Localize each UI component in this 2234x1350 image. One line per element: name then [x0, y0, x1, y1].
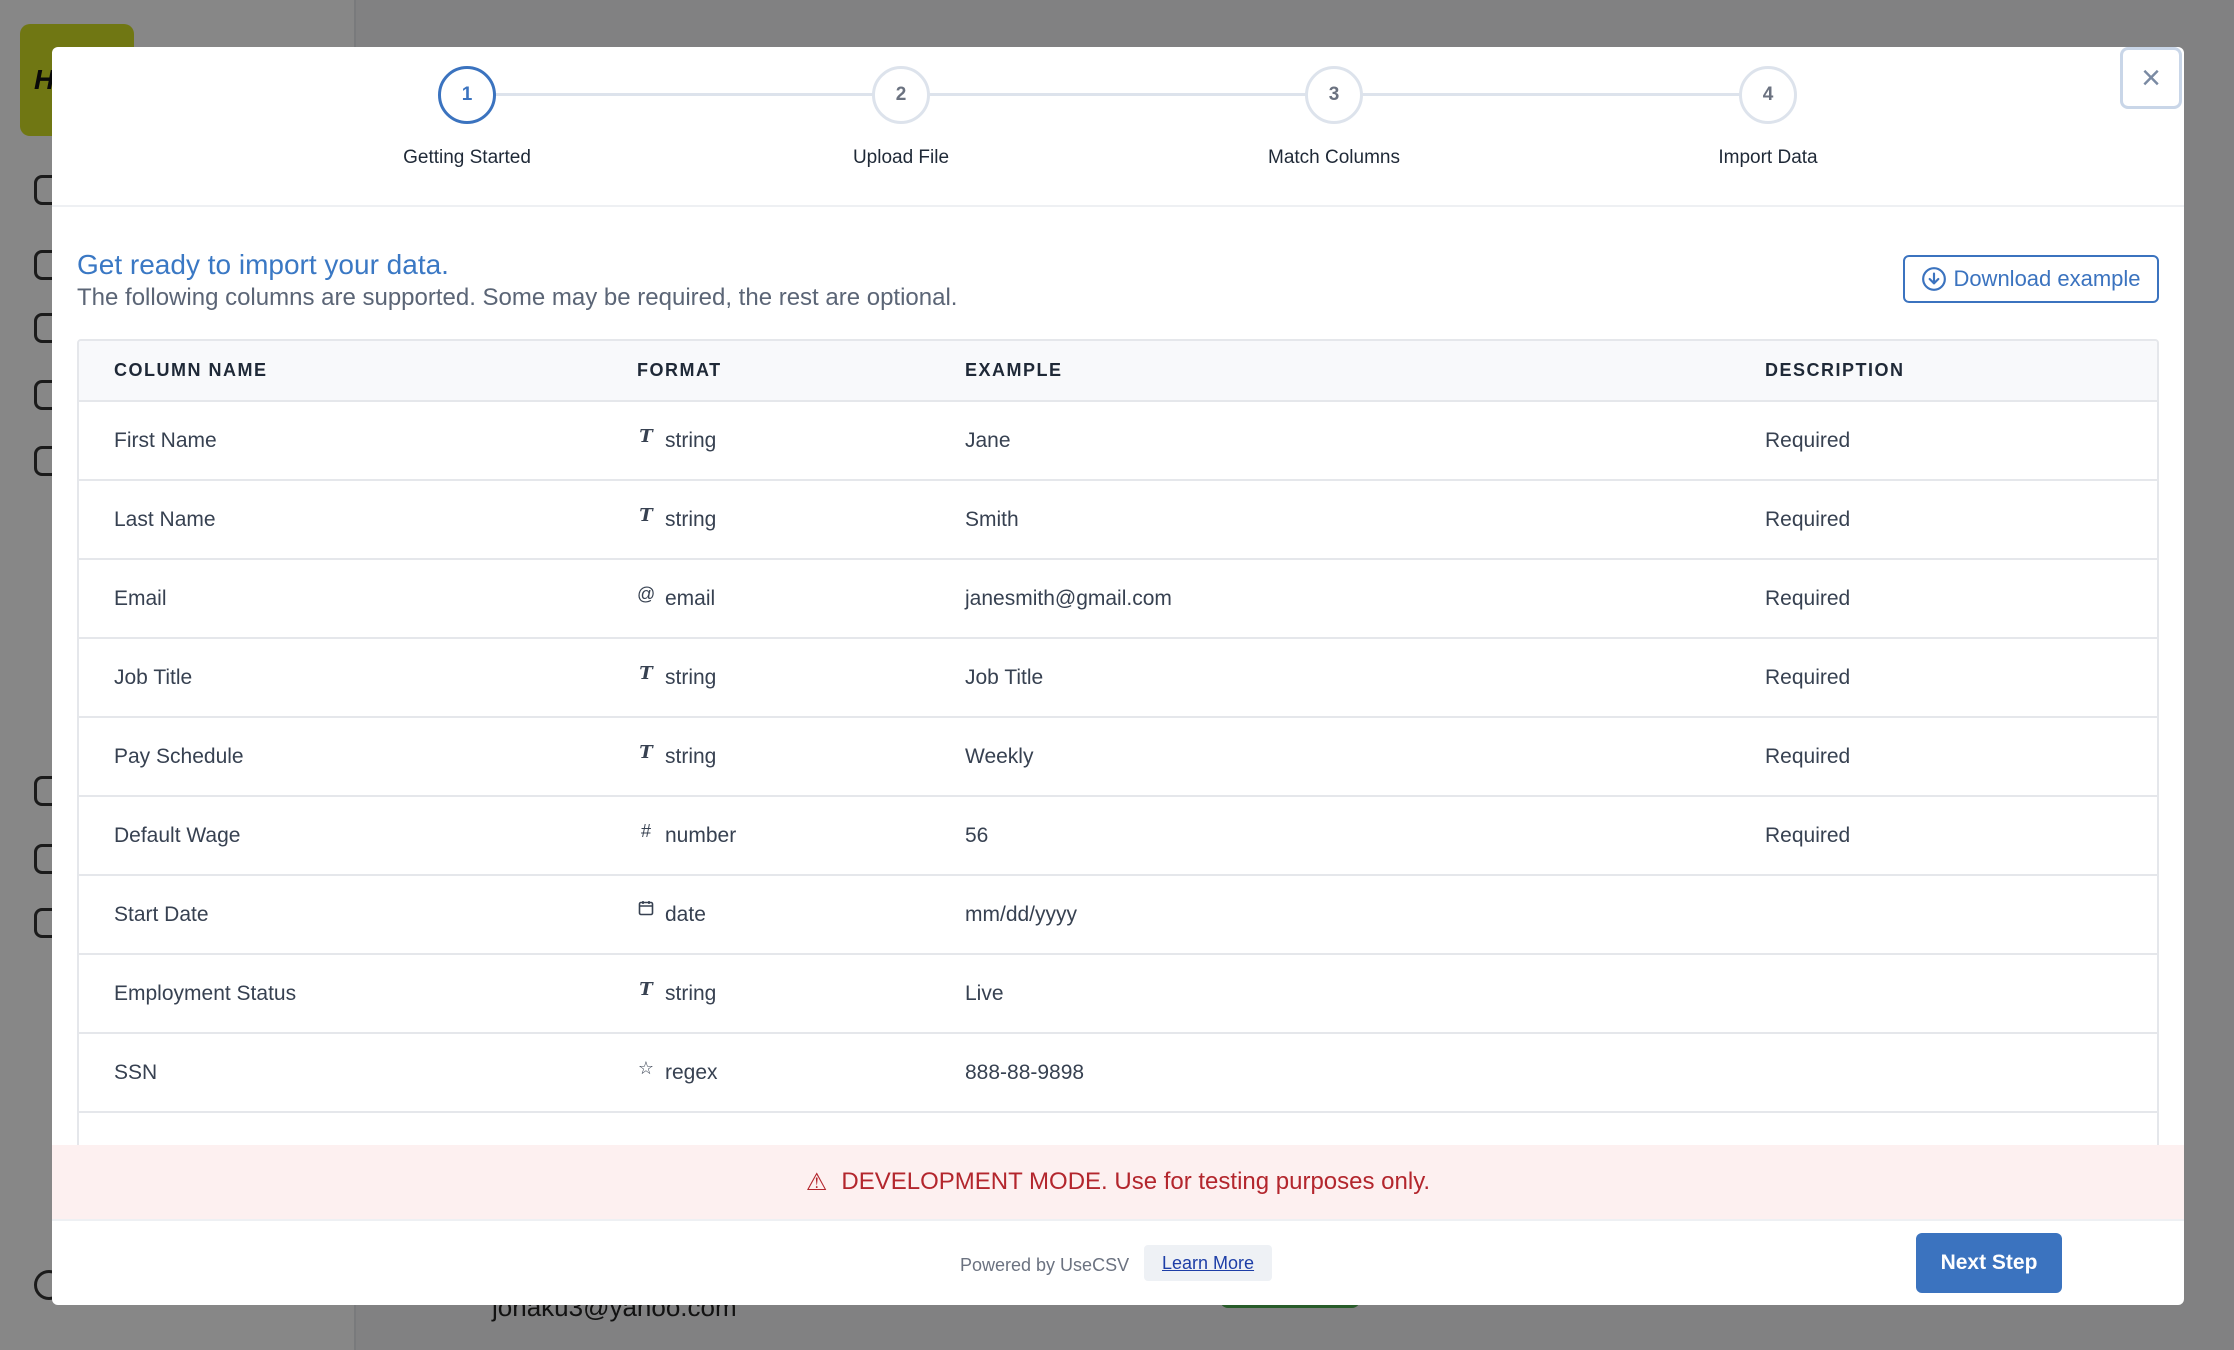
- cell-example: Smith: [965, 480, 1765, 560]
- at-sign-icon: @: [637, 584, 656, 605]
- cell-description: [1765, 1033, 2157, 1113]
- cell-column-name: Job Title: [79, 638, 637, 718]
- cell-format: string: [665, 981, 717, 1005]
- step-label: Upload File: [852, 147, 950, 168]
- header-description: DESCRIPTION: [1765, 341, 2157, 402]
- header-example: EXAMPLE: [965, 341, 1765, 402]
- cell-description: Required: [1765, 638, 2157, 718]
- step-import-data: 4 Import Data: [1618, 66, 1918, 169]
- step-number: 1: [438, 66, 496, 124]
- cell-example: Jane: [965, 401, 1765, 481]
- step-number: 2: [872, 66, 930, 124]
- import-stepper: 1 Getting Started 2 Upload File 3 Match …: [52, 47, 2184, 207]
- table-row: Pay Schedule Tstring Weekly Required: [79, 717, 2157, 797]
- close-icon[interactable]: ×: [2120, 47, 2182, 109]
- cell-format: email: [665, 586, 716, 610]
- table-row: Job Title Tstring Job Title Required: [79, 638, 2157, 718]
- header-format: FORMAT: [637, 341, 965, 402]
- cell-column-name: Last Name: [79, 480, 637, 560]
- modal-footer: Powered by UseCSV Learn More Next Step: [52, 1219, 2184, 1305]
- cell-example: 56: [965, 796, 1765, 876]
- cell-description: Required: [1765, 796, 2157, 876]
- calendar-icon: [637, 900, 655, 921]
- download-example-label: Download example: [1953, 266, 2141, 291]
- cell-format: string: [665, 665, 717, 689]
- cell-description: [1765, 875, 2157, 955]
- text-type-icon: T: [639, 426, 653, 448]
- development-mode-text: DEVELOPMENT MODE. Use for testing purpos…: [841, 1168, 1431, 1195]
- table-row: Employment Status Tstring Live: [79, 954, 2157, 1034]
- cell-format: string: [665, 744, 717, 768]
- cell-description: Required: [1765, 480, 2157, 560]
- cell-column-name: Start Date: [79, 875, 637, 955]
- table-header-row: COLUMN NAME FORMAT EXAMPLE DESCRIPTION: [79, 341, 2157, 402]
- cell-description: Required: [1765, 401, 2157, 481]
- cell-example: mm/dd/yyyy: [965, 875, 1765, 955]
- cell-format: number: [665, 823, 737, 847]
- text-type-icon: T: [639, 979, 653, 1001]
- cell-example: janesmith@gmail.com: [965, 559, 1765, 639]
- step-label: Match Columns: [1268, 147, 1400, 168]
- download-circle-icon: [1922, 267, 1947, 291]
- cell-column-name: SSN: [79, 1033, 637, 1113]
- cell-description: Required: [1765, 717, 2157, 797]
- table-row: SSN ☆ regex 888-88-9898: [79, 1033, 2157, 1113]
- step-number: 3: [1305, 66, 1363, 124]
- text-type-icon: T: [639, 505, 653, 527]
- cell-example: Job Title: [965, 638, 1765, 718]
- powered-by-text: Powered by UseCSV: [960, 1255, 1130, 1275]
- development-mode-banner: ⚠ DEVELOPMENT MODE. Use for testing purp…: [52, 1145, 2184, 1219]
- cell-example: Live: [965, 954, 1765, 1034]
- header-column-name: COLUMN NAME: [79, 341, 637, 402]
- intro-title: Get ready to import your data.: [77, 249, 449, 280]
- cell-example: 888-88-9898: [965, 1033, 1765, 1113]
- step-upload-file: 2 Upload File: [751, 66, 1051, 169]
- table-row: First Name Tstring Jane Required: [79, 401, 2157, 481]
- download-example-button[interactable]: Download example: [1903, 255, 2159, 303]
- cell-format: string: [665, 428, 717, 452]
- step-number: 4: [1739, 66, 1797, 124]
- learn-more-link[interactable]: Learn More: [1144, 1245, 1273, 1281]
- warning-icon: ⚠: [805, 1168, 828, 1196]
- text-type-icon: T: [639, 663, 653, 685]
- cell-format: date: [665, 902, 706, 926]
- step-match-columns: 3 Match Columns: [1184, 66, 1484, 169]
- cell-format: regex: [665, 1060, 718, 1084]
- cell-format: string: [665, 507, 717, 531]
- import-modal: 1 Getting Started 2 Upload File 3 Match …: [52, 47, 2184, 1305]
- cell-column-name: First Name: [79, 401, 637, 481]
- table-row: Last Name Tstring Smith Required: [79, 480, 2157, 560]
- text-type-icon: T: [639, 742, 653, 764]
- table-row: Start Date date mm/dd/yyyy: [79, 875, 2157, 955]
- star-icon: ☆: [637, 1058, 655, 1079]
- cell-column-name: Employment Status: [79, 954, 637, 1034]
- cell-column-name: Pay Schedule: [79, 717, 637, 797]
- cell-example: Weekly: [965, 717, 1765, 797]
- intro-subtitle: The following columns are supported. Som…: [77, 284, 958, 311]
- stepper-line: [489, 93, 1787, 96]
- step-getting-started: 1 Getting Started: [317, 66, 617, 169]
- table-row: Default Wage # number 56 Required: [79, 796, 2157, 876]
- columns-table[interactable]: COLUMN NAME FORMAT EXAMPLE DESCRIPTION F…: [77, 339, 2159, 1169]
- table-row: Email @ email janesmith@gmail.com Require…: [79, 559, 2157, 639]
- step-label: Import Data: [1718, 147, 1818, 168]
- cell-description: Required: [1765, 559, 2157, 639]
- cell-column-name: Email: [79, 559, 637, 639]
- step-label: Getting Started: [403, 147, 531, 168]
- next-step-button[interactable]: Next Step: [1916, 1233, 2062, 1293]
- cell-description: [1765, 954, 2157, 1034]
- hash-icon: #: [640, 821, 651, 842]
- cell-column-name: Default Wage: [79, 796, 637, 876]
